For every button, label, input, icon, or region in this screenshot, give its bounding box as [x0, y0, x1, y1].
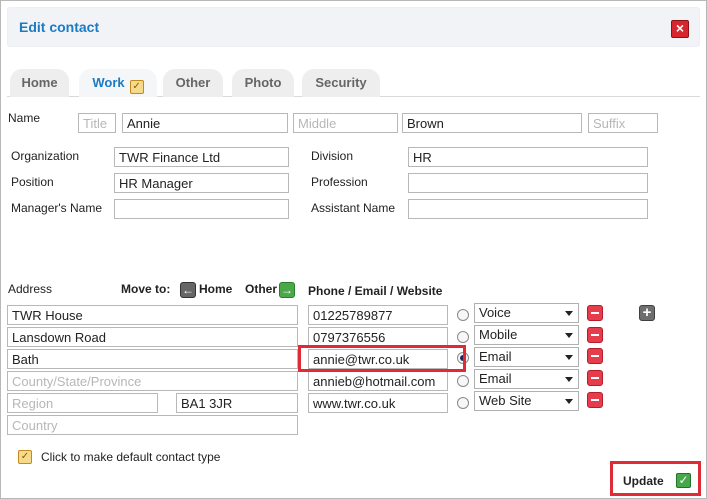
default-contact-radio[interactable] [457, 397, 469, 409]
position-label: Position [11, 175, 54, 189]
dialog-titlebar: Edit contact × [7, 7, 700, 47]
profession-label: Profession [311, 175, 368, 189]
contact-type-select-label: Voice [479, 305, 511, 320]
position-field[interactable]: HR Manager [114, 173, 289, 193]
chevron-down-icon [565, 333, 573, 338]
default-contact-radio[interactable] [457, 309, 469, 321]
country-field[interactable]: Country [7, 415, 298, 435]
chevron-down-icon [565, 399, 573, 404]
contact-value-field[interactable]: annieb@hotmail.com [308, 371, 448, 391]
contact-type-select[interactable]: Mobile [474, 325, 579, 345]
managers-name-label: Manager's Name [11, 201, 102, 215]
add-contact-button[interactable]: + [639, 305, 655, 321]
contact-methods-label: Phone / Email / Website [308, 284, 443, 298]
close-icon: × [675, 20, 685, 36]
remove-contact-button[interactable] [587, 327, 603, 343]
contact-type-select[interactable]: Email [474, 347, 579, 367]
middle-name-field[interactable]: Middle [293, 113, 398, 133]
county-field[interactable]: County/State/Province [7, 371, 298, 391]
contact-type-select[interactable]: Web Site [474, 391, 579, 411]
assistant-name-label: Assistant Name [311, 201, 396, 215]
tab-security-label: Security [315, 75, 367, 90]
contact-value-field[interactable]: 0797376556 [308, 327, 448, 347]
contact-value-field[interactable]: www.twr.co.uk [308, 393, 448, 413]
tab-photo-label: Photo [244, 75, 282, 90]
assistant-name-field[interactable] [408, 199, 648, 219]
division-label: Division [311, 149, 354, 163]
default-contact-radio[interactable] [457, 331, 469, 343]
contact-value-field[interactable]: 01225789877 [308, 305, 448, 325]
remove-contact-button[interactable] [587, 305, 603, 321]
address-line2-field[interactable]: Lansdown Road [7, 327, 298, 347]
contact-type-select-label: Email [479, 349, 512, 364]
tab-other[interactable]: Other [163, 69, 223, 97]
address-label: Address [8, 282, 53, 296]
edit-contact-dialog: Edit contact × Home Work ✓ Other Photo Se… [0, 0, 707, 499]
organization-label: Organization [11, 149, 80, 163]
tab-photo[interactable]: Photo [232, 69, 294, 97]
move-other-label[interactable]: Other [245, 282, 277, 296]
default-contact-radio[interactable] [457, 352, 469, 364]
default-contact-type-icon: ✓ [129, 80, 144, 94]
move-right-icon[interactable]: → [279, 282, 295, 298]
division-field[interactable]: HR [408, 147, 648, 167]
remove-contact-button[interactable] [587, 348, 603, 364]
remove-contact-button[interactable] [587, 392, 603, 408]
organization-field[interactable]: TWR Finance Ltd [114, 147, 289, 167]
chevron-down-icon [565, 355, 573, 360]
contact-type-select[interactable]: Email [474, 369, 579, 389]
tab-work[interactable]: Work ✓ [79, 69, 157, 97]
title-field[interactable]: Title [78, 113, 116, 133]
default-contact-type-icon: ✓ [18, 450, 32, 464]
contact-type-select-label: Mobile [479, 327, 518, 342]
address-line1-field[interactable]: TWR House [7, 305, 298, 325]
dialog-title: Edit contact [19, 19, 100, 35]
managers-name-field[interactable] [114, 199, 289, 219]
update-button-label: Update [623, 474, 664, 488]
move-to-label: Move to: [121, 282, 171, 296]
move-home-label[interactable]: Home [199, 282, 232, 296]
last-name-field[interactable]: Brown [402, 113, 582, 133]
close-button[interactable]: × [671, 20, 689, 38]
contact-type-select-label: Email [479, 371, 512, 386]
default-contact-hint: Click to make default contact type [41, 450, 221, 464]
remove-contact-button[interactable] [587, 370, 603, 386]
profession-field[interactable] [408, 173, 648, 193]
check-icon: ✓ [676, 473, 691, 488]
suffix-field[interactable]: Suffix [588, 113, 658, 133]
default-contact-radio[interactable] [457, 375, 469, 387]
plus-icon: + [642, 304, 652, 321]
move-left-icon[interactable]: ← [180, 282, 196, 298]
contact-value-field[interactable]: annie@twr.co.uk [308, 349, 448, 369]
update-button[interactable]: Update ✓ [610, 461, 701, 496]
tab-home[interactable]: Home [10, 69, 69, 97]
postcode-field[interactable]: BA1 3JR [176, 393, 298, 413]
contact-type-select[interactable]: Voice [474, 303, 579, 323]
chevron-down-icon [565, 311, 573, 316]
tab-security[interactable]: Security [302, 69, 380, 97]
tab-home-label: Home [21, 75, 58, 90]
tab-work-label: Work [92, 75, 125, 90]
chevron-down-icon [565, 377, 573, 382]
tab-other-label: Other [175, 75, 211, 90]
first-name-field[interactable]: Annie [122, 113, 288, 133]
city-field[interactable]: Bath [7, 349, 298, 369]
region-field[interactable]: Region [7, 393, 158, 413]
name-label: Name [8, 111, 41, 125]
contact-type-select-label: Web Site [479, 393, 532, 408]
